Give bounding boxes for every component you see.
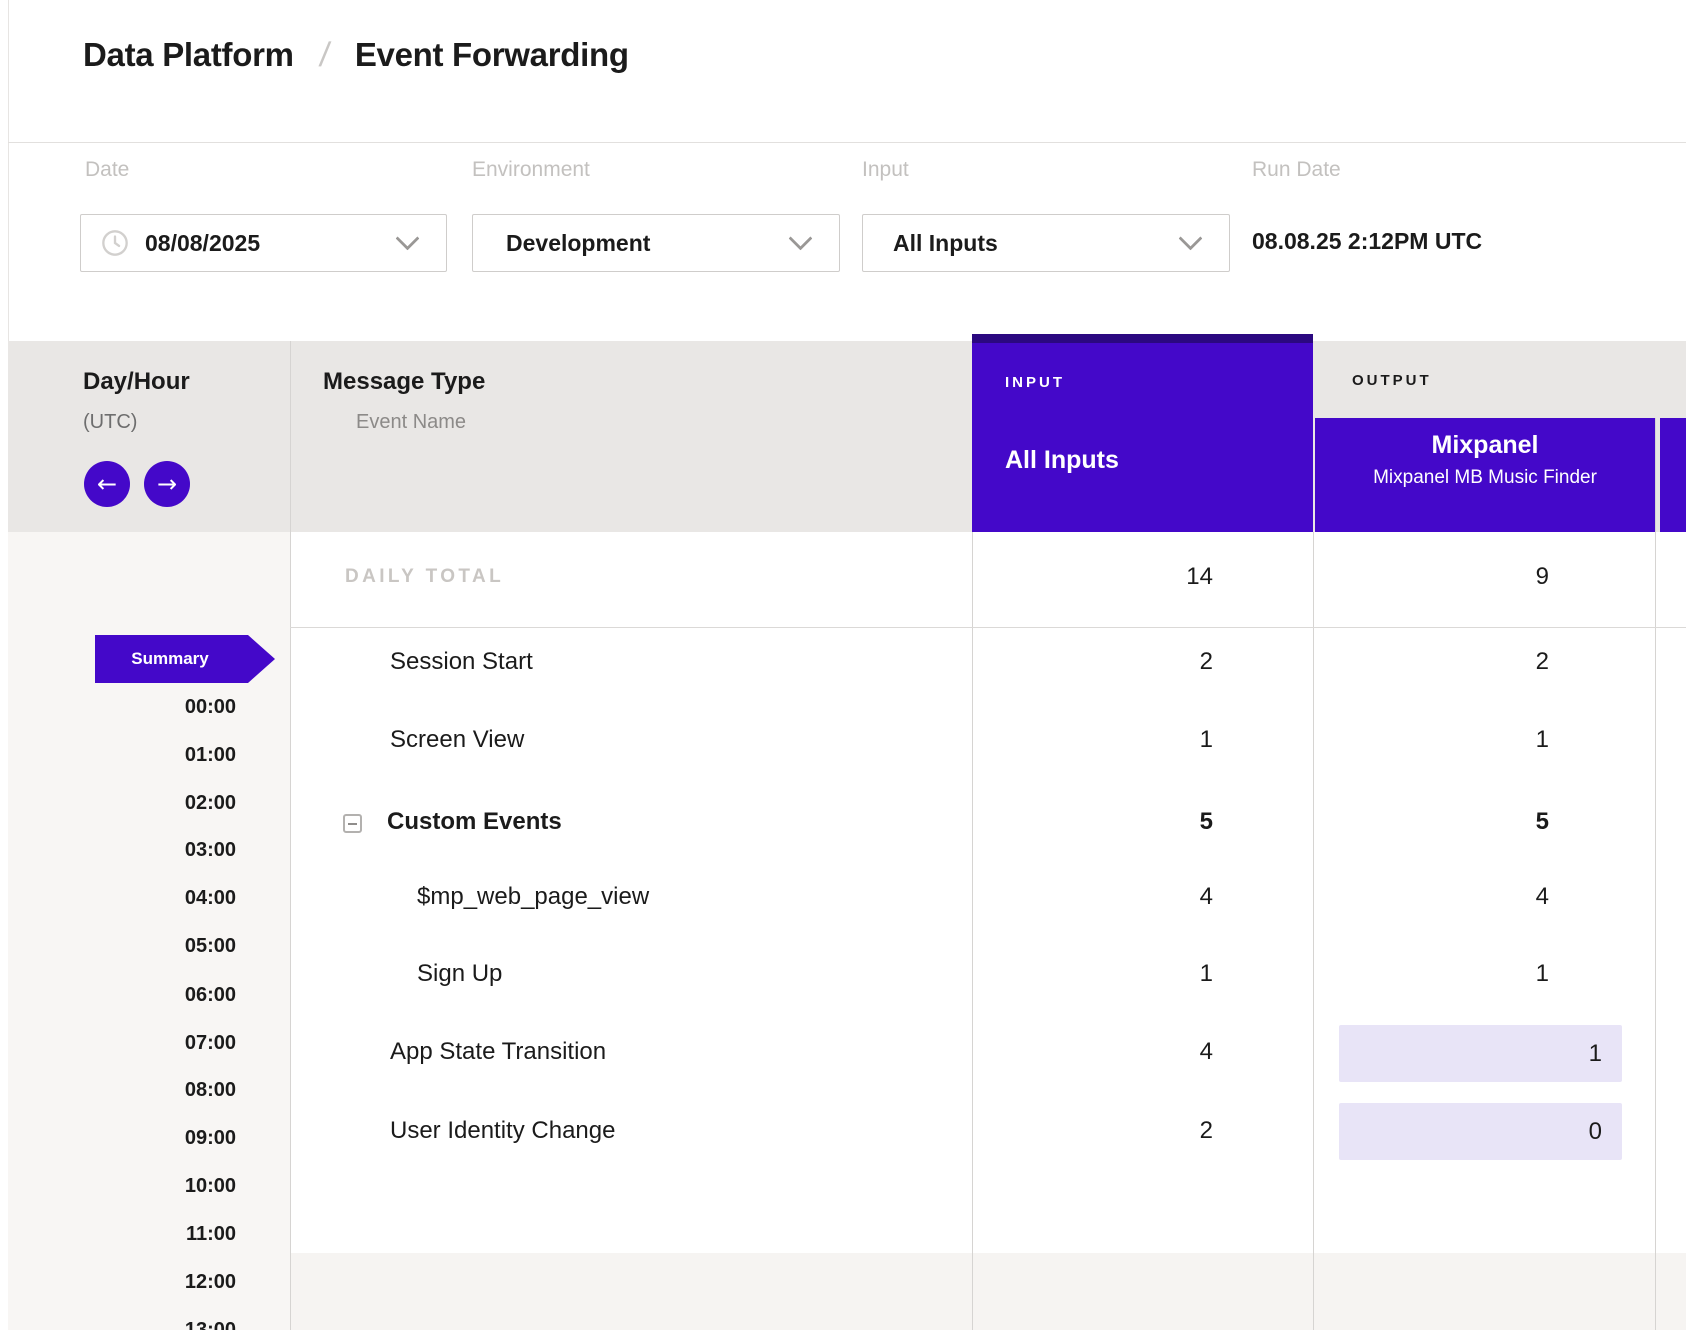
highlighted-output-cell: 1 bbox=[1339, 1025, 1622, 1082]
hour-row-0600[interactable]: 06:00 bbox=[90, 984, 236, 1007]
row-input-value: 1 bbox=[972, 960, 1263, 988]
row-output-value: 5 bbox=[1315, 808, 1602, 836]
daily-total-label: DAILY TOTAL bbox=[345, 566, 504, 588]
breadcrumb: Data Platform / Event Forwarding bbox=[83, 36, 629, 75]
row-input-value: 4 bbox=[972, 883, 1263, 911]
input-section-label: INPUT bbox=[1005, 374, 1065, 391]
row-label-session-start: Session Start bbox=[390, 648, 533, 676]
input-column-header: INPUT All Inputs bbox=[972, 334, 1313, 532]
grid-line bbox=[290, 341, 291, 1330]
chevron-down-icon bbox=[788, 226, 812, 250]
clock-icon bbox=[101, 229, 129, 257]
daily-total-output-value: 9 bbox=[1315, 563, 1602, 591]
event-forwarding-page: Data Platform / Event Forwarding Date 08… bbox=[0, 0, 1686, 1330]
highlighted-output-cell: 0 bbox=[1339, 1103, 1622, 1160]
event-name-subtitle: Event Name bbox=[356, 411, 466, 434]
output-column-name: Mixpanel bbox=[1315, 431, 1655, 460]
row-input-value: 2 bbox=[972, 648, 1263, 676]
row-label-app-state-transition: App State Transition bbox=[390, 1038, 606, 1066]
row-input-value: 1 bbox=[972, 726, 1263, 754]
hour-row-0400[interactable]: 04:00 bbox=[90, 887, 236, 910]
row-output-value: 1 bbox=[1315, 726, 1602, 754]
prev-day-button[interactable]: ← bbox=[84, 461, 130, 507]
grid-line bbox=[1313, 532, 1314, 1330]
breadcrumb-separator: / bbox=[317, 36, 332, 75]
header-divider bbox=[8, 142, 1686, 143]
environment-filter-label: Environment bbox=[472, 158, 590, 182]
input-dropdown[interactable]: All Inputs bbox=[862, 214, 1230, 272]
hour-row-0700[interactable]: 07:00 bbox=[90, 1032, 236, 1055]
row-output-value: 4 bbox=[1315, 883, 1602, 911]
collapse-icon[interactable] bbox=[343, 814, 362, 833]
hour-row-1300[interactable]: 13:00 bbox=[90, 1319, 236, 1330]
daily-total-divider bbox=[290, 627, 1686, 628]
row-output-value: 2 bbox=[1315, 648, 1602, 676]
row-label-user-identity-change: User Identity Change bbox=[390, 1117, 615, 1145]
summary-tab-label: Summary bbox=[131, 649, 208, 669]
arrow-right-icon: → bbox=[157, 470, 177, 498]
output-section-label: OUTPUT bbox=[1352, 372, 1432, 389]
hour-row-0300[interactable]: 03:00 bbox=[90, 839, 236, 862]
row-label-custom-events: Custom Events bbox=[387, 808, 562, 836]
run-date-value: 08.08.25 2:12PM UTC bbox=[1252, 228, 1482, 255]
day-hour-header: Day/Hour bbox=[83, 368, 190, 396]
hour-row-1000[interactable]: 10:00 bbox=[90, 1175, 236, 1198]
hour-row-0200[interactable]: 02:00 bbox=[90, 792, 236, 815]
row-output-value: 1 bbox=[1315, 960, 1602, 988]
arrow-left-icon: ← bbox=[97, 470, 117, 498]
hour-row-0100[interactable]: 01:00 bbox=[90, 744, 236, 767]
grid-line bbox=[1655, 418, 1656, 1330]
message-type-header: Message Type bbox=[323, 368, 485, 396]
environment-value: Development bbox=[506, 230, 650, 257]
row-label-sign-up: Sign Up bbox=[417, 960, 502, 988]
daily-total-input-value: 14 bbox=[972, 563, 1263, 591]
mixpanel-column-header[interactable]: Mixpanel Mixpanel MB Music Finder bbox=[1315, 418, 1655, 532]
row-input-value: 5 bbox=[972, 808, 1263, 836]
next-day-button[interactable]: → bbox=[144, 461, 190, 507]
input-column-name: All Inputs bbox=[1005, 446, 1119, 475]
day-hour-subtitle: (UTC) bbox=[83, 411, 137, 434]
row-input-value: 4 bbox=[972, 1038, 1263, 1066]
hour-row-1100[interactable]: 11:00 bbox=[90, 1223, 236, 1246]
output-column-subtitle: Mixpanel MB Music Finder bbox=[1315, 467, 1655, 489]
input-value: All Inputs bbox=[893, 230, 998, 257]
breadcrumb-section[interactable]: Data Platform bbox=[83, 36, 294, 74]
row-input-value: 2 bbox=[972, 1117, 1263, 1145]
table-footer-band bbox=[290, 1253, 1686, 1330]
run-date-label: Run Date bbox=[1252, 158, 1341, 182]
hour-row-1200[interactable]: 12:00 bbox=[90, 1271, 236, 1294]
hour-row-0800[interactable]: 08:00 bbox=[90, 1079, 236, 1102]
chevron-down-icon bbox=[1178, 226, 1202, 250]
input-filter-label: Input bbox=[862, 158, 909, 182]
hour-row-0000[interactable]: 00:00 bbox=[90, 696, 236, 719]
row-label-screen-view: Screen View bbox=[390, 726, 524, 754]
summary-tab[interactable]: Summary bbox=[95, 635, 275, 683]
date-dropdown[interactable]: 08/08/2025 bbox=[80, 214, 447, 272]
row-output-value: 0 bbox=[1589, 1118, 1602, 1146]
next-output-column-partial bbox=[1660, 418, 1686, 532]
hour-row-0900[interactable]: 09:00 bbox=[90, 1127, 236, 1150]
input-column-top-strip bbox=[972, 334, 1313, 343]
date-filter-label: Date bbox=[85, 158, 129, 182]
row-output-value: 1 bbox=[1589, 1040, 1602, 1068]
chevron-down-icon bbox=[395, 226, 419, 250]
environment-dropdown[interactable]: Development bbox=[472, 214, 840, 272]
date-value: 08/08/2025 bbox=[145, 230, 260, 257]
hour-row-0500[interactable]: 05:00 bbox=[90, 935, 236, 958]
row-label-mp-web-page-view: $mp_web_page_view bbox=[417, 883, 649, 911]
page-title: Event Forwarding bbox=[355, 36, 629, 74]
